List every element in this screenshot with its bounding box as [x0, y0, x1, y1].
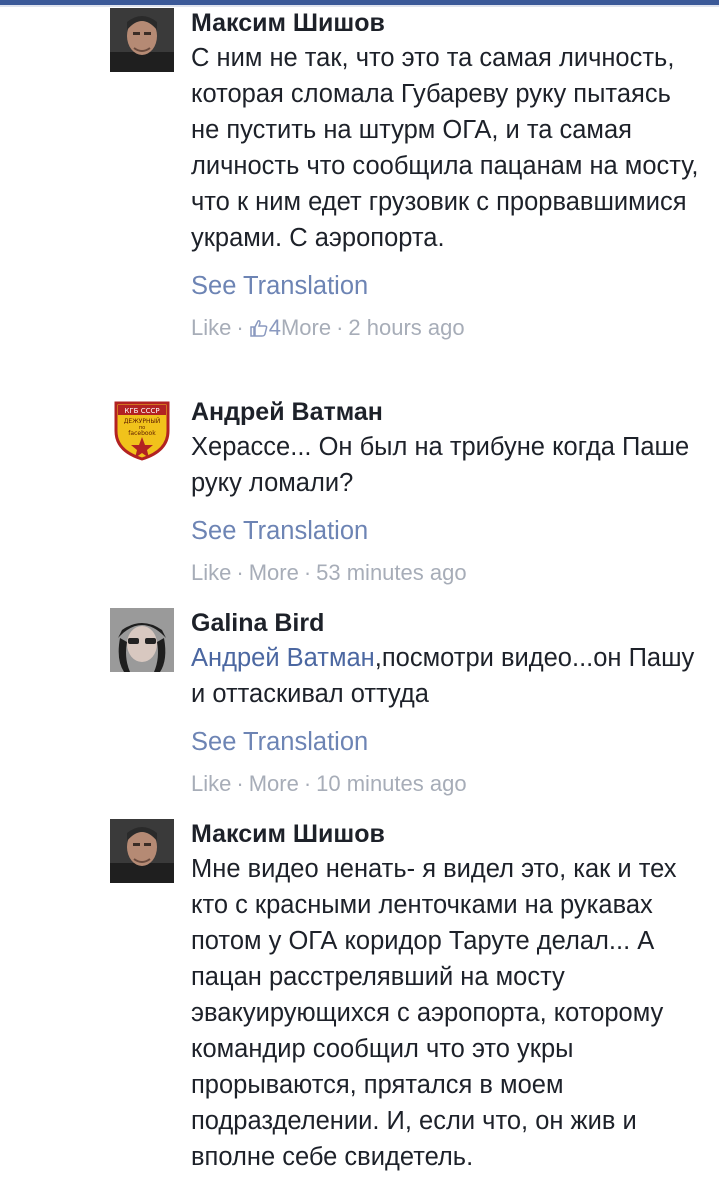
badge-line: facebook	[128, 430, 156, 437]
man-portrait-avatar-icon	[110, 8, 174, 72]
badge-line: ДЕЖУРНЫЙ	[124, 418, 161, 425]
avatar[interactable]	[110, 819, 174, 883]
comment-author[interactable]: Galina Bird	[191, 608, 699, 638]
see-translation-link[interactable]: See Translation	[191, 270, 699, 302]
avatar[interactable]: КГБ СССР ДЕЖУРНЫЙ по facebook	[110, 397, 174, 461]
like-link[interactable]: Like	[191, 315, 231, 340]
comment-actions: Like · More · 53 minutes ago	[191, 560, 467, 585]
see-translation-link[interactable]: See Translation	[191, 515, 699, 547]
mention-link[interactable]: Андрей Ватман	[191, 644, 375, 672]
comment-author[interactable]: Максим Шишов	[191, 819, 699, 849]
avatar[interactable]	[110, 608, 174, 672]
comment-time: 2 hours ago	[348, 315, 465, 340]
comment-actions: Like · 4More · 2 hours ago	[191, 315, 465, 340]
more-link[interactable]: More	[249, 560, 299, 585]
like-link[interactable]: Like	[191, 560, 231, 585]
woman-portrait-avatar-icon	[110, 608, 174, 672]
more-link[interactable]: More	[281, 315, 331, 340]
comment-text: Андрей Ватман,посмотри видео...он Пашу и…	[191, 640, 699, 712]
comment-author[interactable]: Андрей Ватман	[191, 397, 699, 427]
avatar[interactable]	[110, 8, 174, 72]
comment-actions: Like · More · 10 minutes ago	[191, 771, 467, 796]
like-count[interactable]: 4	[249, 315, 281, 340]
badge-line: КГБ СССР	[124, 407, 159, 415]
like-link[interactable]: Like	[191, 771, 231, 796]
see-translation-link[interactable]: See Translation	[191, 726, 699, 758]
comment-text: Мне видео ненать- я видел это, как и тех…	[191, 855, 677, 1171]
comment-text: Херассе... Он был на трибуне когда Паше …	[191, 433, 690, 497]
badge-shield-avatar-icon: КГБ СССР ДЕЖУРНЫЙ по facebook	[110, 397, 174, 461]
man-portrait-avatar-icon	[110, 819, 174, 883]
top-bar	[0, 0, 719, 7]
comment-time: 10 minutes ago	[316, 771, 467, 796]
more-link[interactable]: More	[249, 771, 299, 796]
like-count-value: 4	[268, 315, 281, 340]
comment-time: 53 minutes ago	[316, 560, 467, 585]
comment-author[interactable]: Максим Шишов	[191, 8, 699, 38]
thumbs-up-icon	[249, 320, 268, 337]
comment-text: С ним не так, что это та самая личность,…	[191, 44, 699, 252]
